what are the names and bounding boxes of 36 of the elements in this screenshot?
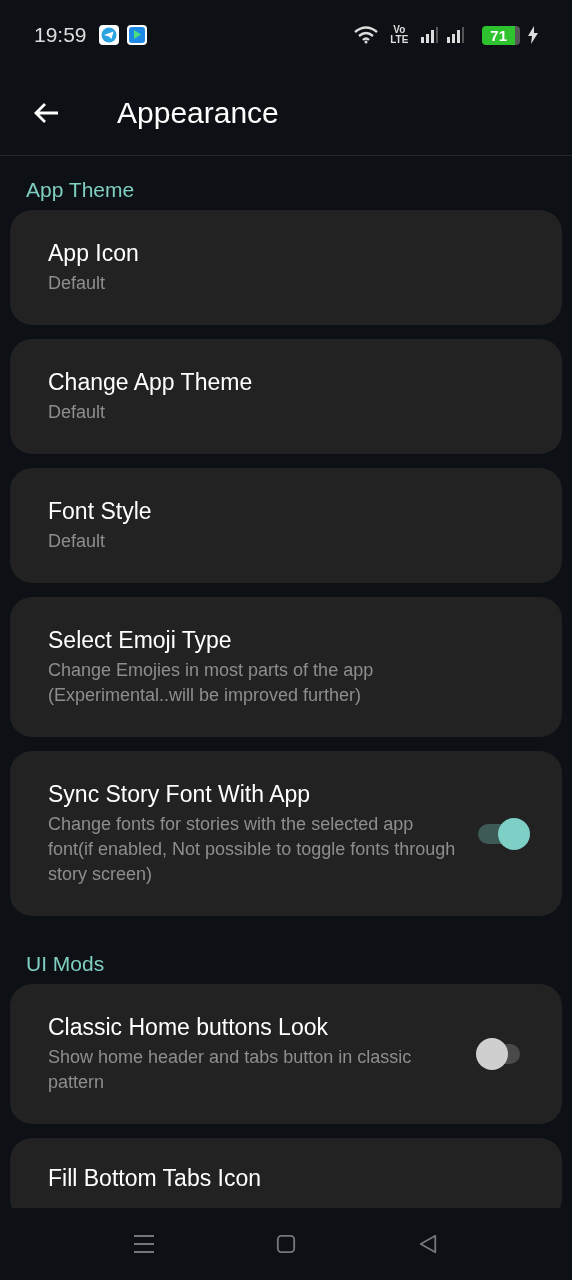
setting-title: Classic Home buttons Look bbox=[48, 1013, 329, 1041]
settings-card[interactable]: Sync Story Font With App Change fonts for stories with the selected app font(if enabled, Not possible to toggle fonts through story screen) bbox=[10, 751, 562, 916]
settings-card[interactable]: App Icon Default bbox=[10, 210, 562, 325]
back-arrow-icon[interactable] bbox=[33, 101, 59, 124]
setting-title: Change App Theme bbox=[48, 368, 254, 396]
setting-description: Change Emojies in most parts of the app (Experimental..will be improved further) bbox=[48, 659, 375, 707]
wifi-icon bbox=[354, 26, 379, 44]
section-title: UI Mods bbox=[25, 951, 106, 976]
setting-title: Sync Story Font With App bbox=[48, 780, 312, 808]
menu-icon[interactable] bbox=[133, 1234, 155, 1254]
setting-title: Font Style bbox=[48, 497, 153, 525]
signal-icon bbox=[420, 27, 439, 43]
network-label: Vo LTE bbox=[389, 25, 410, 45]
play-app-icon bbox=[126, 25, 147, 45]
bolt-icon bbox=[528, 26, 538, 44]
home-icon[interactable] bbox=[275, 1234, 297, 1254]
battery-indicator: 71 bbox=[482, 25, 520, 45]
settings-card[interactable]: Select Emoji Type Change Emojies in most parts of the app (Experimental..will be improved further) bbox=[10, 597, 562, 737]
settings-card[interactable]: Font Style Default bbox=[10, 468, 562, 583]
signal-icon bbox=[446, 27, 465, 43]
setting-title: Fill Bottom Tabs Icon bbox=[48, 1164, 263, 1192]
paper-plane-icon bbox=[98, 25, 119, 45]
setting-description: Default bbox=[48, 272, 107, 295]
setting-title: App Icon bbox=[48, 239, 140, 267]
setting-title: Select Emoji Type bbox=[48, 626, 233, 654]
section-title: App Theme bbox=[25, 177, 136, 202]
page-title: Appearance bbox=[117, 95, 279, 130]
setting-description: Default bbox=[48, 530, 107, 553]
settings-card[interactable]: Fill Bottom Tabs Icon bbox=[10, 1138, 562, 1208]
back-icon[interactable] bbox=[417, 1234, 439, 1254]
settings-card[interactable]: Classic Home buttons Look Show home header and tabs button in classic pattern bbox=[10, 984, 562, 1124]
setting-description: Show home header and tabs button in classic pattern bbox=[48, 1046, 413, 1094]
settings-card[interactable]: Change App Theme Default bbox=[10, 339, 562, 454]
setting-description: Change fonts for stories with the selected app font(if enabled, Not possible to toggle fonts through story screen) bbox=[48, 813, 457, 886]
setting-description: Default bbox=[48, 401, 107, 424]
status-time: 19:59 bbox=[34, 23, 87, 47]
